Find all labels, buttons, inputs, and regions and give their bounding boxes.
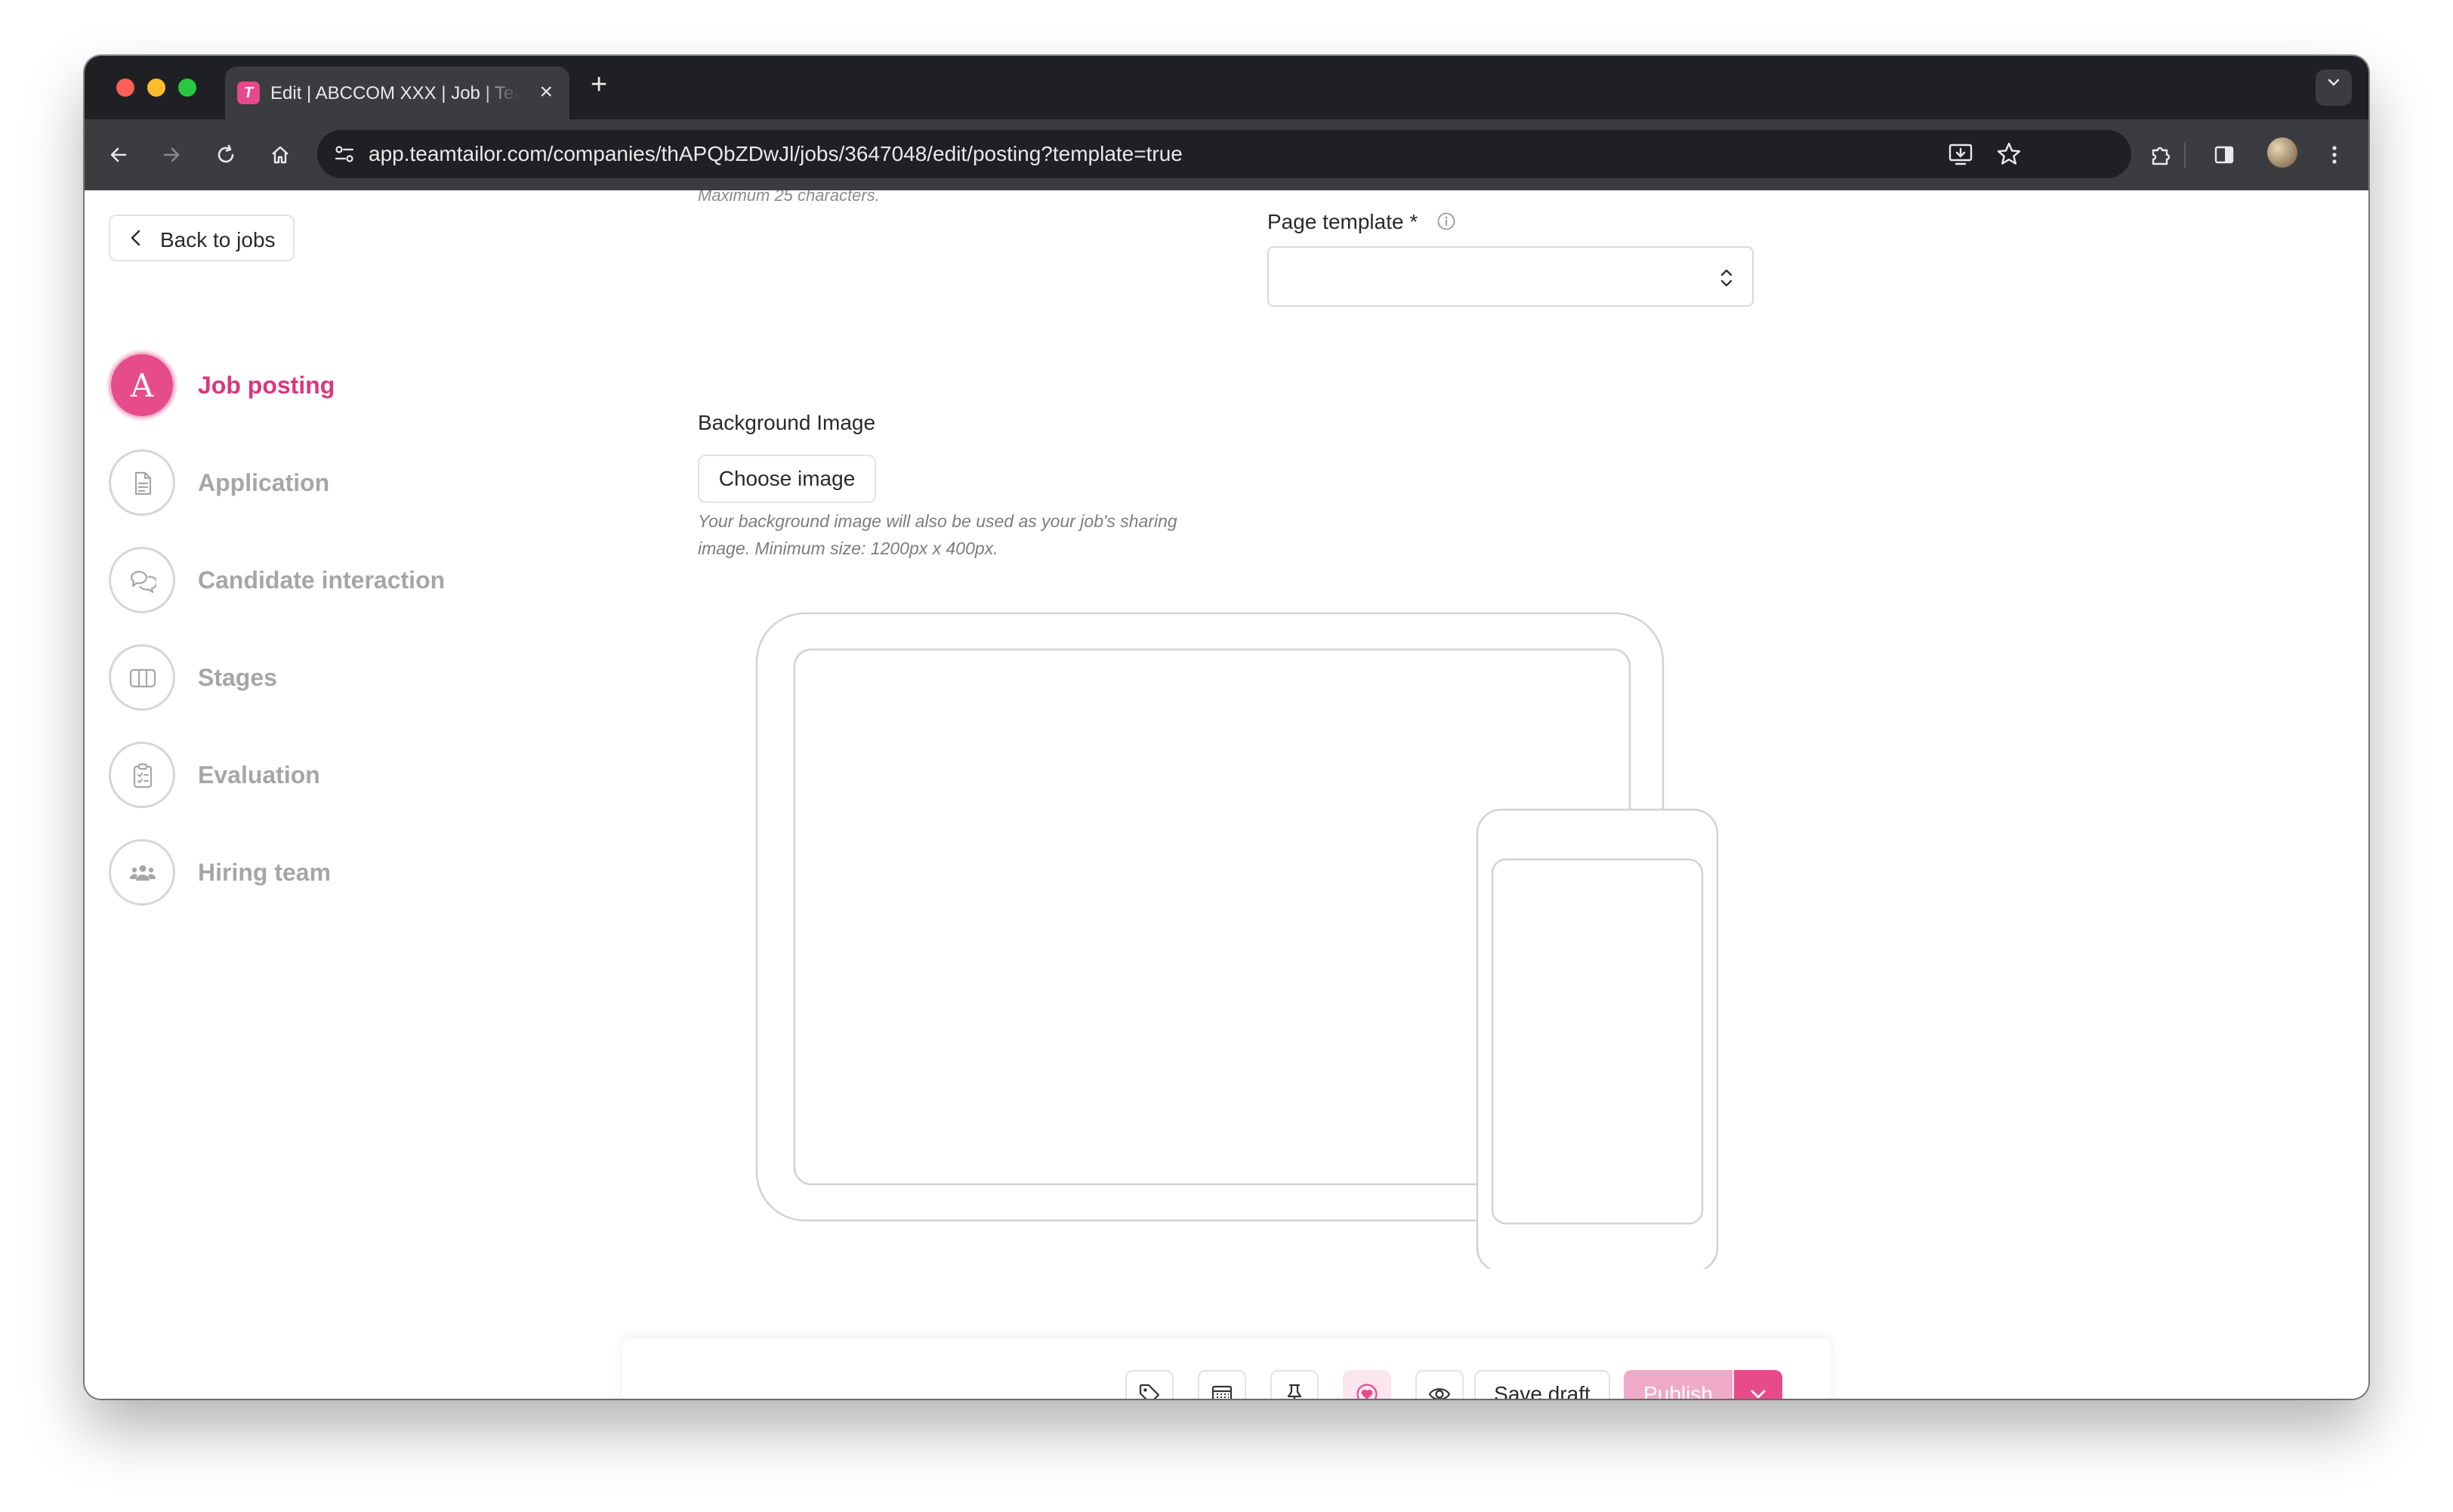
side-panel-icon[interactable] [2207, 137, 2242, 172]
browser-toolbar: app.teamtailor.com/companies/thAPQbZDwJl… [85, 119, 2368, 190]
device-preview-illustration [755, 612, 1719, 1269]
puzzle-icon[interactable] [2143, 137, 2178, 172]
background-image-label: Background Image [698, 411, 876, 434]
pin-button[interactable] [1270, 1370, 1319, 1399]
page-template-label: Page template * [1267, 210, 1418, 233]
sidebar-item-label: Evaluation [198, 761, 320, 788]
page-template-select[interactable] [1267, 246, 1754, 307]
tab-close-icon[interactable]: × [539, 79, 553, 106]
sidebar-item-candidate-interaction[interactable]: Candidate interaction [109, 547, 637, 616]
teamtailor-favicon-icon: T [237, 82, 260, 104]
close-window-button[interactable] [116, 79, 134, 97]
site-settings-icon[interactable] [332, 142, 356, 166]
sidebar-item-job-posting[interactable]: A Job posting [109, 352, 637, 421]
tag-icon [1139, 1384, 1160, 1399]
sidebar-item-label: Application [198, 469, 330, 496]
eye-icon [1428, 1388, 1451, 1399]
publish-options-button[interactable] [1734, 1370, 1782, 1399]
columns-icon [109, 644, 175, 711]
team-icon [109, 839, 175, 906]
tab-search-button[interactable] [2316, 69, 2352, 106]
avatar[interactable] [2267, 137, 2297, 168]
maximize-window-button[interactable] [178, 79, 196, 97]
save-draft-button[interactable]: Save draft [1474, 1370, 1610, 1399]
preview-button[interactable] [1415, 1370, 1464, 1399]
character-limit-hint: Maximum 25 characters. [698, 190, 880, 205]
choose-image-button[interactable]: Choose image [698, 455, 876, 503]
install-app-icon[interactable] [1947, 140, 1974, 168]
chevron-down-icon [1751, 1390, 1766, 1399]
address-bar[interactable]: app.teamtailor.com/companies/thAPQbZDwJl… [317, 130, 2131, 178]
sidebar-item-stages[interactable]: Stages [109, 644, 637, 714]
star-icon[interactable] [1995, 140, 2023, 168]
back-to-jobs-label: Back to jobs [160, 228, 276, 251]
sidebar-item-label: Candidate interaction [198, 566, 446, 594]
new-tab-icon[interactable]: + [591, 68, 607, 101]
sidebar-item-hiring-team[interactable]: Hiring team [109, 839, 637, 909]
chat-bubbles-icon [109, 547, 175, 613]
favorite-button[interactable] [1343, 1370, 1391, 1399]
browser-tab[interactable]: T Edit | ABCCOM XXX | Job | Teamtailor × [225, 66, 569, 119]
publish-button[interactable]: Publish [1624, 1370, 1733, 1399]
reload-icon[interactable] [208, 137, 243, 172]
pin-icon [1287, 1384, 1302, 1399]
select-caret-icon [1720, 269, 1733, 287]
back-arrow-icon[interactable] [101, 137, 136, 172]
minimize-window-button[interactable] [147, 79, 165, 97]
job-action-bar: Save draft Publish [622, 1338, 1831, 1399]
phone-screen [1491, 858, 1704, 1225]
page-content: Back to jobs A Job posting Application C… [85, 190, 2368, 1399]
tab-bar: T Edit | ABCCOM XXX | Job | Teamtailor ×… [85, 56, 2368, 119]
sidebar-item-evaluation[interactable]: Evaluation [109, 742, 637, 811]
background-image-help-text: Your background image will also be used … [698, 511, 1177, 558]
back-to-jobs-button[interactable]: Back to jobs [109, 214, 295, 261]
toolbar-divider [2184, 142, 2186, 168]
sidebar-item-label: Job posting [198, 372, 335, 399]
chevron-down-icon [2328, 79, 2340, 86]
kebab-menu-icon[interactable] [2317, 137, 2352, 172]
clipboard-icon [109, 742, 175, 808]
heart-icon [1356, 1384, 1378, 1399]
sidebar-item-label: Stages [198, 664, 277, 691]
home-icon[interactable] [263, 137, 298, 172]
letter-a-icon: A [109, 352, 175, 418]
sidebar-item-label: Hiring team [198, 859, 332, 886]
chevron-left-icon [131, 230, 140, 246]
document-icon [109, 449, 175, 516]
browser-window: T Edit | ABCCOM XXX | Job | Teamtailor ×… [85, 56, 2368, 1399]
url-text: app.teamtailor.com/companies/thAPQbZDwJl… [369, 142, 1183, 165]
calendar-icon [1211, 1385, 1233, 1399]
forward-arrow-icon[interactable] [154, 137, 189, 172]
sidebar-item-application[interactable]: Application [109, 449, 637, 519]
info-icon[interactable] [1436, 211, 1456, 231]
tag-button[interactable] [1125, 1370, 1174, 1399]
tab-title: Edit | ABCCOM XXX | Job | Teamtailor [270, 83, 518, 103]
calendar-button[interactable] [1198, 1370, 1246, 1399]
